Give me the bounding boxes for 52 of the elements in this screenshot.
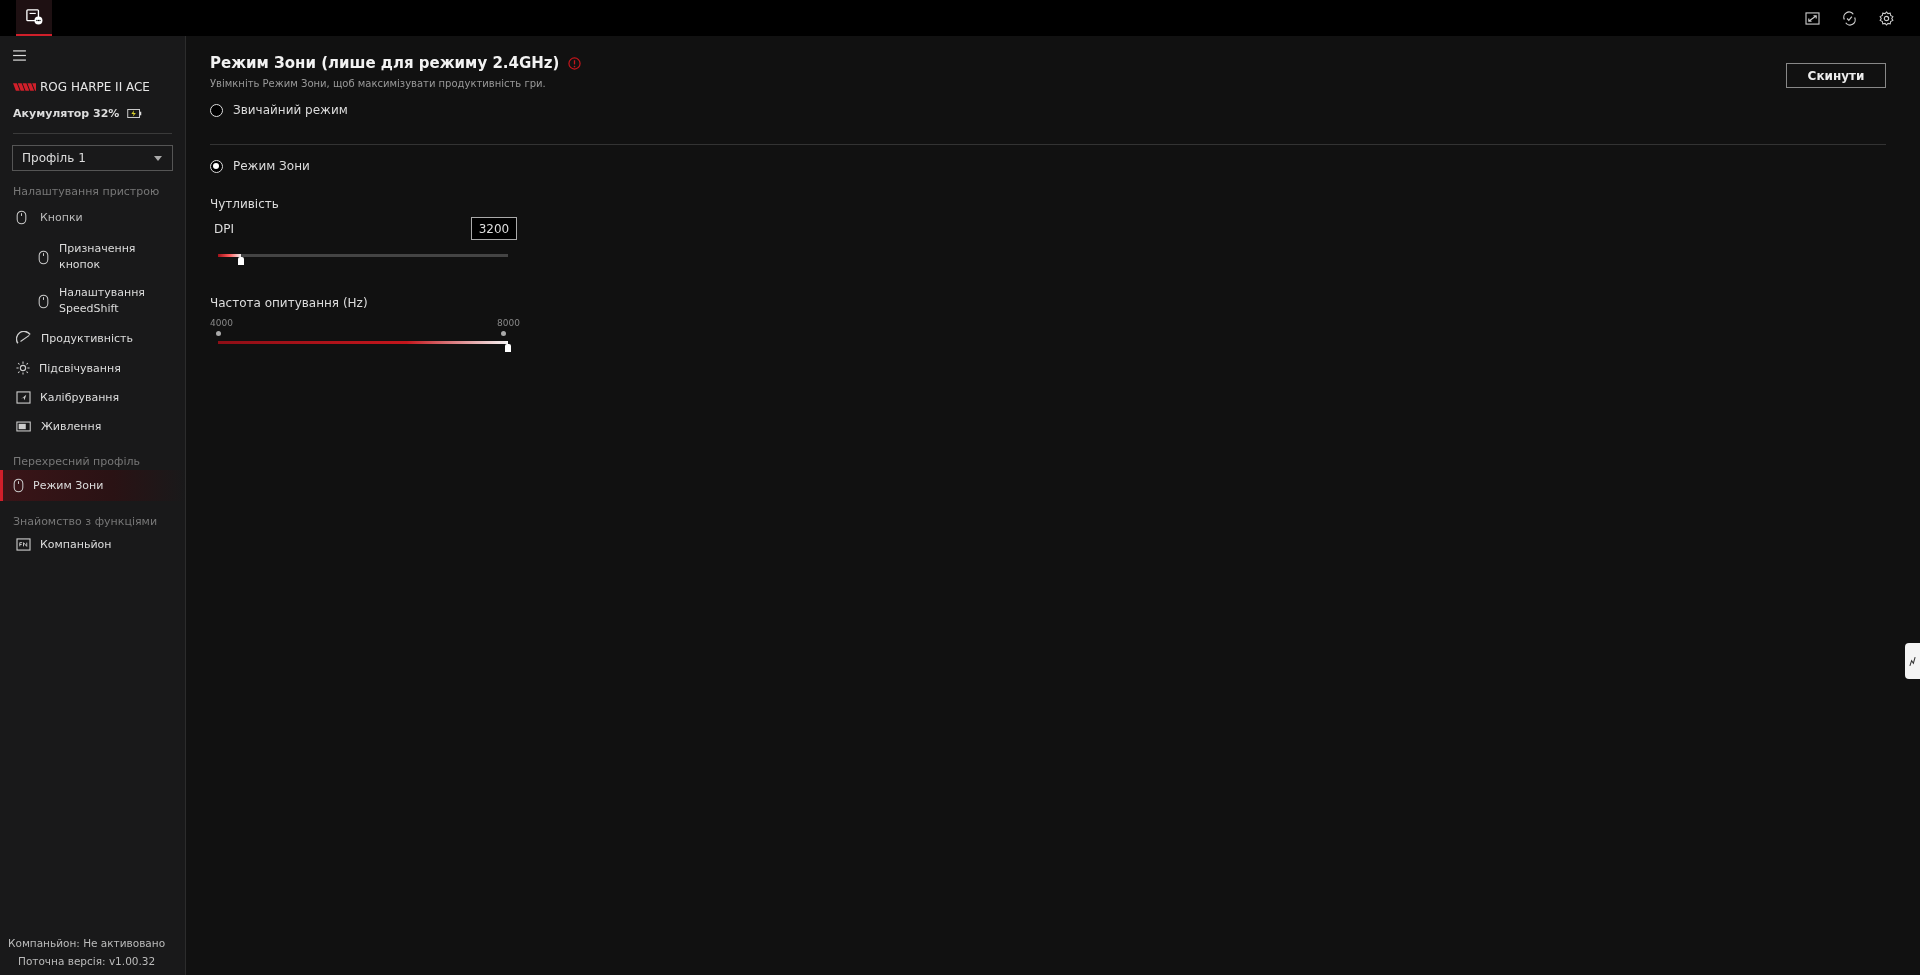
mode-radio-option[interactable]: Режим Зони bbox=[210, 159, 1886, 173]
caret-icon bbox=[154, 155, 162, 161]
nav-item[interactable]: Компаньйон bbox=[0, 530, 185, 559]
dpi-label: DPI bbox=[214, 221, 234, 236]
dpi-input-field[interactable]: 3200 bbox=[471, 217, 517, 240]
sync-icon[interactable] bbox=[1842, 10, 1857, 26]
stripes-logo-icon bbox=[13, 83, 36, 91]
section-title: Перехресний профіль bbox=[13, 455, 141, 468]
battery-status: Акумулятор 32% bbox=[13, 107, 120, 120]
nav-item[interactable]: Продуктивність bbox=[0, 323, 185, 353]
mouse-icon bbox=[38, 249, 49, 265]
polling-label: Частота опитування (Hz) bbox=[210, 296, 369, 310]
nav-item[interactable]: Кнопки bbox=[0, 200, 185, 235]
nav-item[interactable]: Живлення bbox=[0, 412, 185, 441]
battery-charging-icon bbox=[127, 109, 143, 118]
calibration-icon bbox=[16, 391, 31, 404]
side-panel-tab[interactable] bbox=[1905, 643, 1920, 679]
mouse-icon bbox=[13, 478, 24, 493]
section-title: Знайомство з функціями bbox=[13, 515, 159, 528]
page-subtitle: Увімкніть Режим Зони, щоб максимізувати продуктивність гри. bbox=[210, 78, 547, 89]
device-tab[interactable] bbox=[16, 0, 52, 36]
footer-text: Поточна версія: v1.00.32 bbox=[18, 955, 157, 967]
nav-subitem[interactable]: Налаштування SpeedShift bbox=[0, 279, 185, 323]
resize-icon[interactable] bbox=[1805, 11, 1820, 25]
profile-dropdown[interactable]: Профіль 1 bbox=[12, 145, 173, 171]
mouse-icon bbox=[16, 210, 27, 225]
mode-radio-option[interactable]: Звичайний режим bbox=[210, 103, 1886, 117]
section-title: Налаштування пристрою bbox=[13, 185, 161, 198]
info-icon[interactable] bbox=[568, 56, 582, 70]
slider-thumb[interactable] bbox=[238, 257, 245, 265]
battery-icon bbox=[16, 421, 32, 432]
device-icon bbox=[25, 9, 43, 25]
gauge-icon bbox=[16, 331, 32, 345]
settings-icon[interactable] bbox=[1879, 10, 1894, 26]
tick-label: 4000 bbox=[210, 318, 233, 328]
squiggle-icon bbox=[1909, 655, 1916, 667]
tick-dot-icon bbox=[216, 331, 221, 336]
section-label: Чутливість bbox=[210, 197, 280, 211]
tick-label: 8000 bbox=[497, 318, 520, 328]
tick-dot-icon bbox=[501, 331, 506, 336]
nav-item[interactable]: Підсвічування bbox=[0, 353, 185, 383]
reset-button[interactable]: Скинути bbox=[1786, 63, 1886, 88]
mouse-icon bbox=[38, 293, 49, 309]
menu-icon[interactable] bbox=[13, 50, 26, 61]
nav-subitem[interactable]: Призначення кнопок bbox=[0, 235, 185, 279]
slider-thumb[interactable] bbox=[505, 344, 511, 352]
nav-item[interactable]: Калібрування bbox=[0, 383, 185, 412]
page-title: Режим Зони (лише для режиму 2.4GHz) bbox=[210, 54, 560, 72]
footer-text: Компаньйон: Не активовано bbox=[8, 937, 167, 949]
light-icon bbox=[16, 361, 30, 375]
keyboard-key-icon bbox=[16, 538, 31, 551]
device-name: ROG HARPE II ACE bbox=[40, 80, 150, 94]
